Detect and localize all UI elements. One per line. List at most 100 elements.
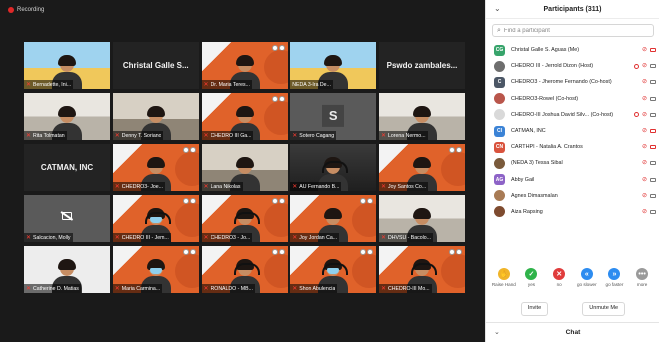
video-tile[interactable]: ✕ CHEDRO III Ga... bbox=[201, 93, 288, 140]
participant-row[interactable]: CHEDRO-III Joshua David Silv... (Co-host… bbox=[486, 107, 659, 123]
video-tile[interactable]: ✕ Denny T. Soriano bbox=[112, 93, 199, 140]
participant-row[interactable]: Aiza Rapsing ⊘ bbox=[486, 204, 659, 220]
participants-title: Participants (311) bbox=[543, 5, 602, 13]
background-logos bbox=[271, 96, 285, 102]
tile-name-label: ✕ RONALDO - MB... bbox=[201, 284, 255, 293]
tile-name-label: ✕ DHVSU - Bacolo... bbox=[379, 233, 433, 242]
reaction-go-slower-button[interactable]: « go slower bbox=[575, 268, 599, 294]
camera-icon bbox=[650, 80, 656, 85]
video-tile[interactable]: Pswdo zambales... bbox=[379, 42, 465, 89]
video-tile[interactable]: ✕ Lana Nikolas bbox=[201, 144, 288, 191]
tile-name-label: ✕ Lana Nikolas bbox=[201, 182, 243, 191]
participant-row[interactable]: CN CARTHPI - Natalia A. Crantos ⊘ bbox=[486, 139, 659, 155]
camera-icon bbox=[650, 193, 656, 198]
participant-search-box[interactable]: ⌕ bbox=[492, 24, 654, 37]
participant-name: (NEDA 3) Tessa Sibal bbox=[511, 160, 563, 167]
reaction-more-button[interactable]: ••• more bbox=[630, 268, 654, 294]
seal-logo-icon bbox=[449, 147, 455, 153]
participant-row[interactable]: Agnes Dimasmalan ⊘ bbox=[486, 188, 659, 204]
video-tile[interactable]: ✕ Catherine D. Matias bbox=[24, 246, 110, 293]
video-tile[interactable]: Christal Galle S... bbox=[112, 42, 199, 89]
video-tile[interactable]: ✕ Joy Santos Co... bbox=[379, 144, 465, 191]
video-tile[interactable]: ✕ AU Fernando B... bbox=[290, 144, 377, 191]
reaction-go-faster-button[interactable]: » go faster bbox=[602, 268, 626, 294]
mic-muted-icon: ⊘ bbox=[641, 127, 647, 134]
video-tile[interactable]: ✕ Salcacion, Molly bbox=[24, 195, 110, 242]
mic-muted-icon: ✕ bbox=[114, 183, 120, 190]
camera-off-icon bbox=[650, 48, 656, 52]
background-logos bbox=[271, 45, 285, 51]
video-tile[interactable]: ✕ Shon Abulencia bbox=[290, 246, 377, 293]
participant-row[interactable]: C CHEDRO3 - Jherome Fernando (Co-host) ⊘ bbox=[486, 74, 659, 90]
tile-name-label: ✕ Rita Tolmatan bbox=[24, 131, 67, 140]
seal-logo-icon bbox=[271, 198, 278, 204]
background-logos bbox=[360, 249, 374, 255]
video-tile[interactable]: ✕ Dr. Maria Teres... bbox=[201, 42, 288, 89]
reaction-raise-hand-button[interactable]: ✋ Raise Hand bbox=[492, 268, 516, 294]
tile-name-label: ✕ CHEDRO-III Mo... bbox=[379, 284, 432, 293]
seal-logo-icon bbox=[271, 249, 278, 255]
participant-name: Christal Galle S. Aguas (Me) bbox=[511, 47, 580, 54]
participant-list: CG Christal Galle S. Aguas (Me) ⊘ CHEDRO II… bbox=[486, 42, 659, 220]
participant-name: NEDA 3-Ira De... bbox=[292, 81, 331, 88]
screen-share-icon bbox=[633, 63, 639, 69]
participant-name: Salcacion, Molly bbox=[33, 234, 71, 241]
recording-indicator[interactable]: Recording bbox=[8, 4, 44, 16]
tile-name-label: ✕ AU Fernando B... bbox=[290, 182, 342, 191]
video-tile[interactable]: ✕ CHEDRO3 - Jo... bbox=[201, 195, 288, 242]
mic-muted-icon: ✕ bbox=[381, 285, 387, 292]
video-tile[interactable]: ✕ Rita Tolmatan bbox=[24, 93, 110, 140]
participant-search-input[interactable] bbox=[503, 27, 644, 34]
participant-name: Lana Nikolas bbox=[210, 183, 241, 190]
participant-row[interactable]: CG Christal Galle S. Aguas (Me) ⊘ bbox=[486, 42, 659, 58]
participant-row[interactable]: AG Abby Gail ⊘ bbox=[486, 172, 659, 188]
mic-muted-icon: ✕ bbox=[26, 234, 32, 241]
collapse-chevron-icon[interactable]: ⌄ bbox=[494, 4, 501, 13]
video-gallery-area: Recording ✕ Bernadette, Ini... Christal Ga… bbox=[0, 0, 485, 342]
video-tile[interactable]: ✕ CHEDRO-III Mo... bbox=[379, 246, 465, 293]
participant-status-icons: ⊘ bbox=[642, 209, 656, 215]
invite-button[interactable]: Invite bbox=[520, 302, 549, 316]
video-tile[interactable]: ✕ DHVSU - Bacolo... bbox=[379, 195, 465, 242]
participant-avatar bbox=[494, 109, 505, 121]
participant-name: CHEDRO III - Jem... bbox=[121, 234, 169, 241]
mic-muted-icon: ✕ bbox=[26, 285, 32, 292]
reaction-no-icon: ✕ bbox=[553, 268, 566, 280]
video-tile[interactable]: ✕ Bernadette, Ini... bbox=[24, 42, 110, 89]
video-tile[interactable]: ✕ Joy Jordan Ca... bbox=[290, 195, 377, 242]
mic-muted-icon: ⊘ bbox=[641, 192, 647, 199]
video-tile[interactable]: ✕ CHEDRO3- Joe... bbox=[112, 144, 199, 191]
participant-name: Rita Tolmatan bbox=[33, 132, 65, 139]
participant-row[interactable]: (NEDA 3) Tessa Sibal ⊘ bbox=[486, 155, 659, 171]
participant-name: Aiza Rapsing bbox=[511, 208, 543, 215]
mic-muted-icon: ⊘ bbox=[641, 47, 647, 53]
reaction-label: no bbox=[556, 282, 562, 287]
mic-muted-icon: ✕ bbox=[292, 234, 298, 241]
participants-header: ⌄ Participants (311) bbox=[486, 0, 659, 19]
reaction-no-button[interactable]: ✕ no bbox=[547, 268, 571, 294]
mic-muted-icon: ⊘ bbox=[641, 208, 647, 215]
participant-row[interactable]: CHEDRO3-Rowel (Co-host) ⊘ bbox=[486, 91, 659, 107]
reaction-bar: ✋ Raise Hand ✓ yes ✕ no « go slower » go faster ••… bbox=[486, 268, 659, 294]
video-tile[interactable]: ✕ Lorena Nermo... bbox=[379, 93, 465, 140]
reaction-yes-button[interactable]: ✓ yes bbox=[519, 268, 543, 294]
participant-status-icons: ⊘ bbox=[642, 144, 656, 150]
participant-name: Sotero Cagang bbox=[299, 132, 335, 139]
video-tile[interactable]: CATMAN, INC bbox=[24, 144, 110, 191]
video-tile[interactable]: NEDA 3-Ira De... bbox=[290, 42, 377, 89]
video-tile[interactable]: S ✕ Sotero Cagang bbox=[290, 93, 377, 140]
tile-name-label: ✕ Bernadette, Ini... bbox=[24, 80, 74, 89]
unmute-me-button[interactable]: Unmute Me bbox=[582, 302, 626, 316]
participant-row[interactable]: CI CATMAN, INC ⊘ bbox=[486, 123, 659, 139]
participant-row[interactable]: CHEDRO III - Jerrold Dizon (Host) ⊘ bbox=[486, 58, 659, 74]
video-tile[interactable]: ✕ CHEDRO III - Jem... bbox=[112, 195, 199, 242]
participant-name: CHEDRO III Ga... bbox=[210, 132, 252, 139]
video-tile[interactable]: ✕ Maria Carmina... bbox=[112, 246, 199, 293]
chat-chevron-icon[interactable]: ⌄ bbox=[494, 328, 500, 336]
mic-muted-icon: ✕ bbox=[292, 183, 298, 190]
chat-header[interactable]: ⌄ Chat bbox=[486, 322, 659, 342]
camera-icon bbox=[650, 64, 656, 69]
camera-off-icon bbox=[650, 145, 656, 150]
tile-name-label: ✕ CHEDRO3- Joe... bbox=[112, 182, 166, 191]
video-tile[interactable]: ✕ RONALDO - MB... bbox=[201, 246, 288, 293]
